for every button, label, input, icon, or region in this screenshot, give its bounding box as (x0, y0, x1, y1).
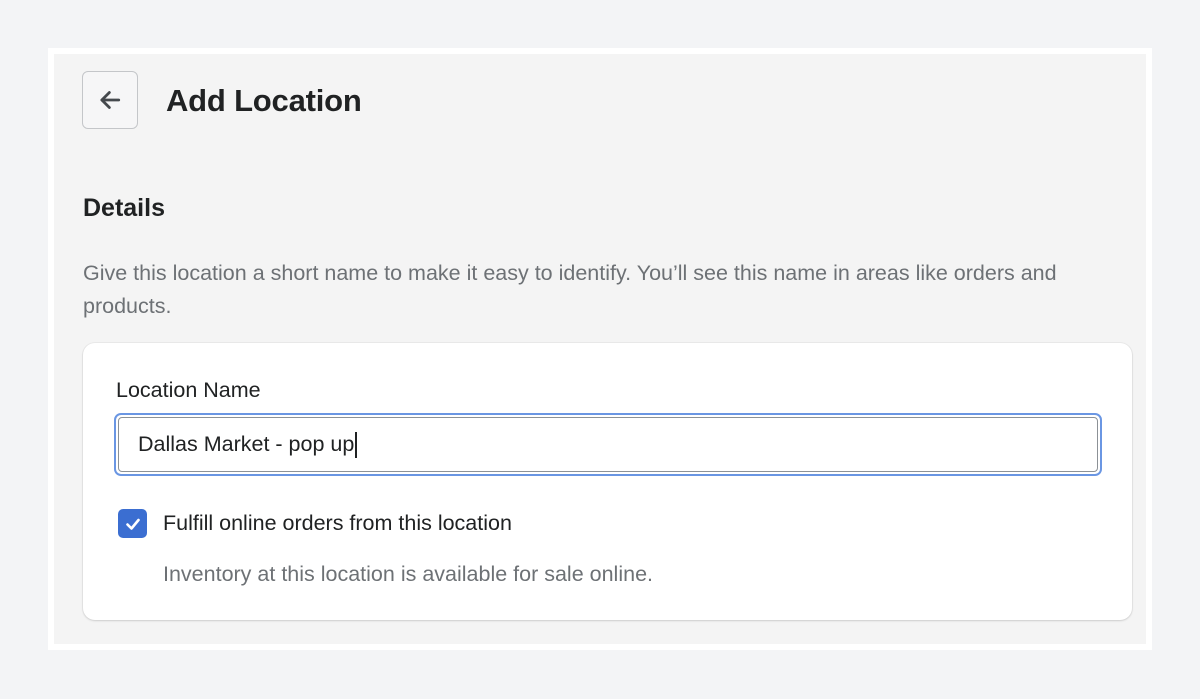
text-caret (355, 431, 358, 458)
arrow-left-icon (100, 91, 121, 109)
page-frame: Add Location Details Give this location … (48, 48, 1152, 650)
location-name-label: Location Name (116, 378, 261, 402)
page-title: Add Location (166, 83, 362, 118)
location-name-focus-ring: Dallas Market - pop up (114, 413, 1102, 476)
checkmark-icon (125, 518, 140, 530)
fulfill-online-orders-checkbox[interactable] (118, 509, 147, 538)
details-heading: Details (83, 194, 165, 222)
location-name-input[interactable]: Dallas Market - pop up (118, 417, 1098, 472)
details-description: Give this location a short name to make … (83, 261, 1057, 318)
location-details-card: Location Name Dallas Market - pop up Ful… (83, 343, 1132, 620)
add-location-page: Add Location Details Give this location … (54, 54, 1146, 644)
fulfill-online-orders-option[interactable]: Fulfill online orders from this location (118, 509, 512, 538)
fulfill-online-orders-help-text: Inventory at this location is available … (163, 562, 653, 586)
location-name-value: Dallas Market - pop up (138, 432, 355, 456)
back-button[interactable] (82, 71, 138, 129)
fulfill-online-orders-label: Fulfill online orders from this location (163, 511, 512, 535)
